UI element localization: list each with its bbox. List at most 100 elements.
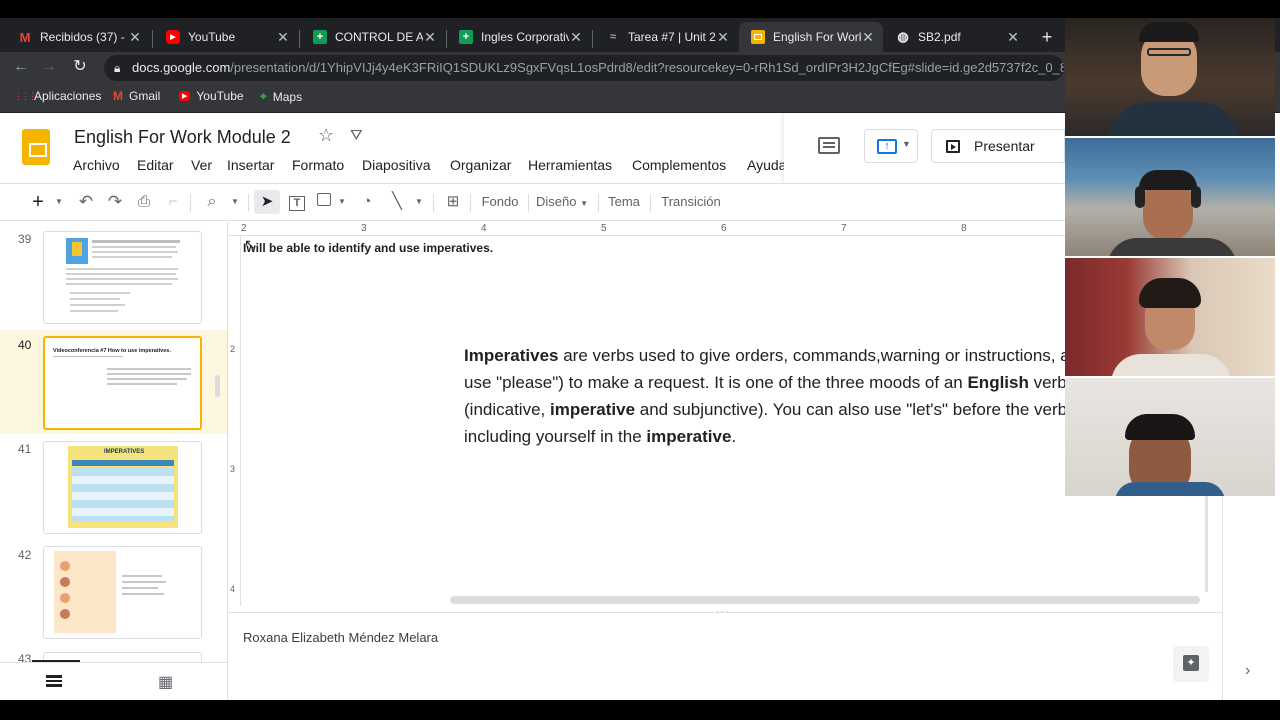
line-icon[interactable]: ╲ [386,190,408,214]
video-participant-2[interactable] [1065,138,1275,256]
url-host: docs.google.com [132,60,231,75]
grid-view-icon[interactable]: ▦ [158,672,173,692]
menu-organizar[interactable]: Organizar [450,157,511,173]
menu-ayuda[interactable]: Ayuda [747,157,785,173]
vertical-ruler: 2 3 4 [228,236,241,606]
menu-editar[interactable]: Editar [137,157,174,173]
filmstrip-scrollbar[interactable] [215,375,220,397]
tab-youtube[interactable]: ▶ YouTube ✕ [154,22,298,52]
bookmark-youtube[interactable]: ▶ YouTube [179,89,244,103]
list-view-icon[interactable] [46,675,62,687]
tab-label: YouTube [188,30,236,44]
tab-sb2-pdf[interactable]: ◍ SB2.pdf ✕ [884,22,1028,52]
canvas-horizontal-scrollbar[interactable] [450,596,1200,604]
sheets-icon: + [459,30,473,44]
star-icon[interactable]: ☆ [318,125,334,146]
forward-icon[interactable]: → [38,56,60,78]
chevron-right-icon[interactable]: › [1245,662,1250,680]
menu-complementos[interactable]: Complementos [632,157,726,173]
move-to-drive-icon[interactable]: ⛛ [350,127,363,144]
slide-canvas[interactable]: Iwill be able to identify and use impera… [241,236,1208,606]
slide-number: 41 [18,442,32,456]
speaker-notes[interactable]: Roxana Elizabeth Méndez Melara [228,612,1222,700]
explore-button[interactable]: ✦ [1173,646,1209,682]
video-participant-3[interactable] [1065,258,1275,376]
slides-icon [751,30,765,44]
close-icon[interactable]: ✕ [716,29,730,46]
close-icon[interactable]: ✕ [128,29,142,46]
close-icon[interactable]: ✕ [569,29,583,46]
tab-english-for-work[interactable]: English For Work ✕ [739,22,883,52]
new-slide-icon[interactable]: + [28,190,48,214]
shape-icon[interactable]: ◔ [356,190,378,214]
redo-icon[interactable]: ↷ [105,190,125,214]
background-button[interactable]: Fondo [478,190,522,214]
close-icon[interactable]: ✕ [861,29,875,46]
transition-button[interactable]: Transición [658,190,724,214]
theme-button[interactable]: Tema [604,190,644,214]
caret-down-icon[interactable]: ▼ [412,190,426,214]
select-cursor-icon[interactable]: ➤ [254,190,280,214]
menu-ver[interactable]: Ver [191,157,212,173]
print-icon[interactable]: ⎙ [134,190,154,214]
add-comment-icon[interactable]: ⊞ [442,190,464,214]
caret-down-icon: ▼ [580,199,589,208]
caret-down-icon[interactable]: ▼ [336,190,348,214]
apps-grid-icon: ⋮⋮⋮ [14,90,37,101]
image-icon[interactable] [314,190,334,214]
new-tab-button[interactable]: + [1032,22,1062,52]
menu-herramientas[interactable]: Herramientas [528,157,612,173]
zoom-icon[interactable]: ⌕ [202,190,222,214]
slide-thumbnail-41[interactable]: IMPERATIVES [43,441,202,534]
present-icon [946,140,960,153]
close-icon[interactable]: ✕ [276,29,290,46]
bookmark-maps[interactable]: ⌖ Maps [260,89,302,104]
caret-down-icon[interactable]: ▼ [52,190,66,214]
tab-label: Tarea #7 | Unit 2 [628,30,716,44]
tab-tarea-7[interactable]: ≈ Tarea #7 | Unit 2 ✕ [594,22,738,52]
canvas-vertical-scrollbar[interactable] [1205,496,1208,592]
slide-thumbnail-40[interactable]: Videoconferencia #7 How to use imperativ… [43,336,202,430]
layout-button[interactable]: Diseño ▼ [536,190,590,214]
slide-filmstrip[interactable]: 39 40 Videoconferencia #7 How to use imp… [0,222,228,700]
menu-formato[interactable]: Formato [292,157,344,173]
bookmark-apps[interactable]: ⋮⋮⋮ Aplicaciones [14,89,101,103]
slides-logo-icon[interactable] [22,129,50,165]
slide-objective-text[interactable]: Iwill be able to identify and use impera… [243,241,493,255]
close-icon[interactable]: ✕ [1006,29,1020,46]
paint-format-icon[interactable]: ⌐ [163,190,183,214]
tab-label: Recibidos (37) - c [40,30,128,44]
youtube-icon: ▶ [179,91,191,101]
reload-icon[interactable]: ↻ [69,56,91,78]
slide-number: 40 [18,338,32,352]
tab-gmail[interactable]: M Recibidos (37) - c ✕ [6,22,150,52]
back-icon[interactable]: ← [10,56,32,78]
bookmark-gmail[interactable]: M Gmail [113,89,160,103]
url-field[interactable]: 🔒︎ docs.google.com/presentation/d/1YhipVI… [104,55,1064,81]
menu-diapositiva[interactable]: Diapositiva [362,157,430,173]
tab-ingles-corporativo[interactable]: + Ingles Corporativ ✕ [447,22,591,52]
thumbnail-image [66,238,88,264]
tab-control-de-as[interactable]: + CONTROL DE AS ✕ [301,22,445,52]
menu-insertar[interactable]: Insertar [227,157,274,173]
horizontal-ruler: 2 3 4 5 6 7 8 [228,222,1065,236]
slide-thumbnail-39[interactable] [43,231,202,324]
present-button[interactable]: Presentar [931,129,1065,163]
video-participant-1[interactable] [1065,18,1275,136]
tab-label: Ingles Corporativ [481,30,569,44]
caret-down-icon[interactable]: ▼ [228,190,242,214]
document-title[interactable]: English For Work Module 2 [74,127,291,148]
slide-thumbnail-42[interactable] [43,546,202,639]
undo-icon[interactable]: ↶ [76,190,96,214]
gmail-icon: M [113,89,123,103]
slide-body-text[interactable]: Imperatives are verbs used to give order… [464,342,1142,450]
text-box-icon[interactable]: T [286,190,308,214]
comments-icon[interactable] [818,137,840,154]
menu-archivo[interactable]: Archivo [73,157,120,173]
thumbnail-title: Videoconferencia #7 How to use imperativ… [53,348,171,354]
close-icon[interactable]: ✕ [423,29,437,46]
present-options-button[interactable]: ↑ ▼ [864,129,918,163]
speaker-notes-text[interactable]: Roxana Elizabeth Méndez Melara [243,630,438,645]
video-participant-4[interactable] [1065,378,1275,496]
caret-down-icon: ▼ [902,139,911,149]
